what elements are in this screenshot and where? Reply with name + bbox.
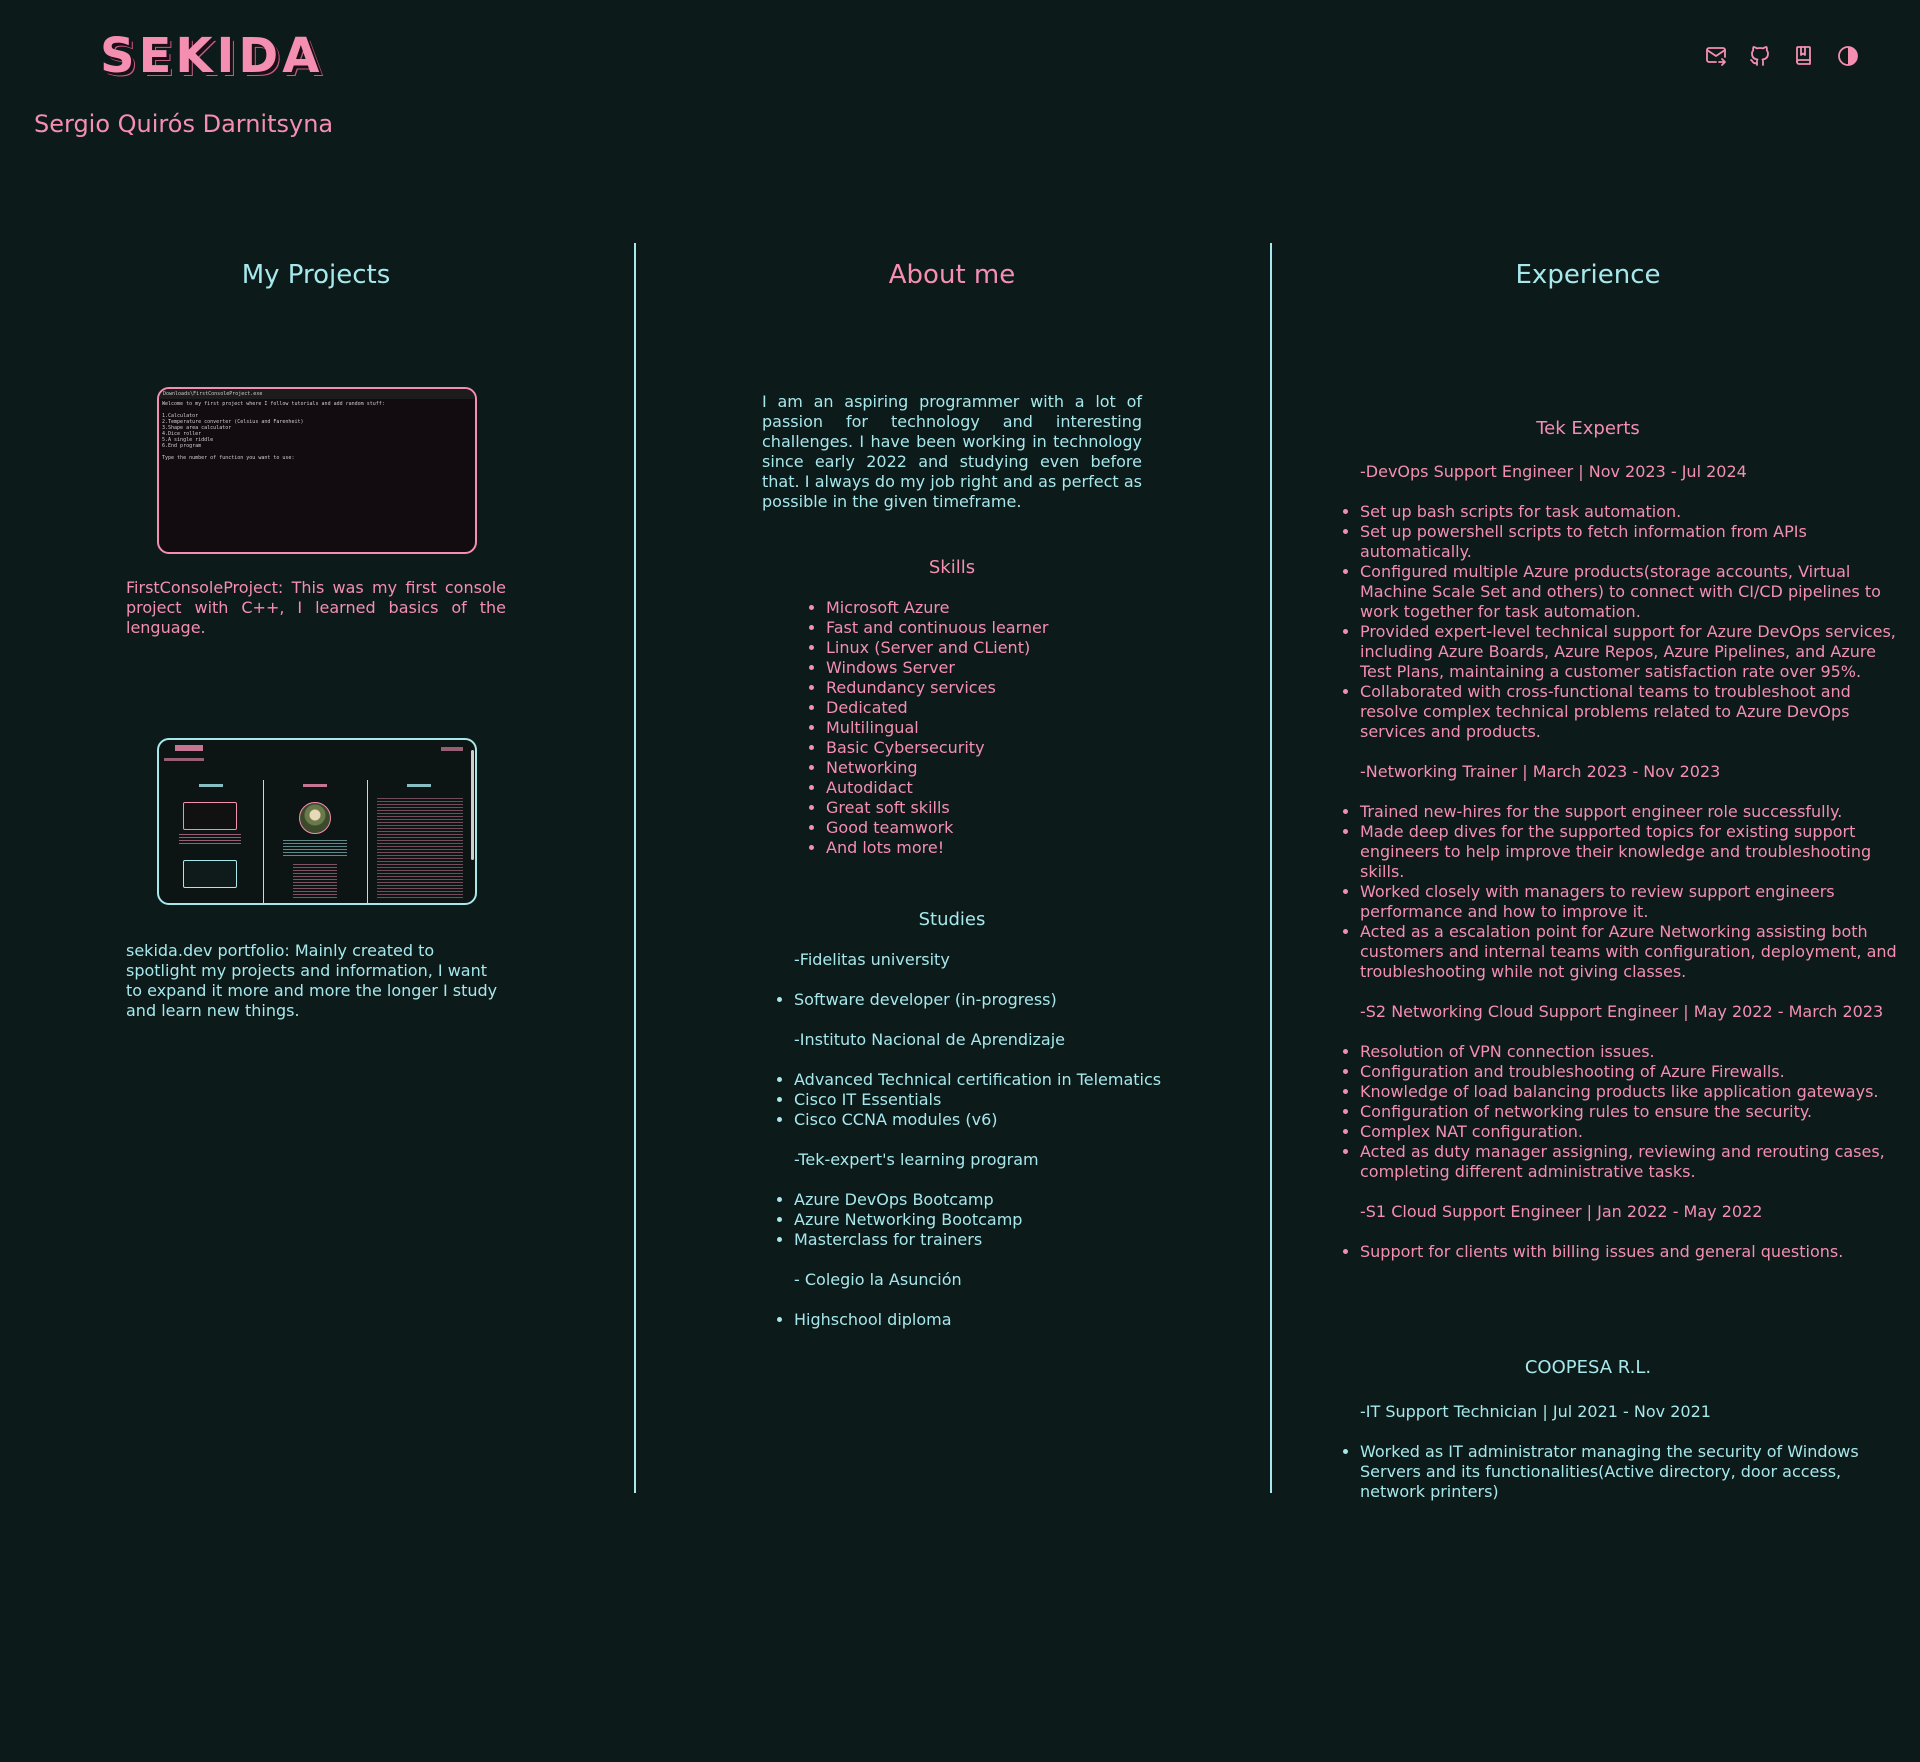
study-institution: - Colegio la Asunción [794,1270,962,1289]
role-item: Acted as duty manager assigning, reviewi… [1360,1142,1900,1182]
skills-list: Microsoft Azure Fast and continuous lear… [806,598,1048,858]
console-window-titlebar: Downloads\FirstConsoleProject.exe [159,389,475,399]
role-title: -IT Support Technician | Jul 2021 - Nov … [1360,1402,1711,1421]
role-item: Set up powershell scripts to fetch infor… [1360,522,1900,562]
study-item: Advanced Technical certification in Tele… [794,1070,1194,1090]
role-item: Configuration and troubleshooting of Azu… [1360,1062,1900,1082]
company-name: COOPESA R.L. [1524,1357,1652,1378]
mini-author [164,758,204,761]
tek-experts-roles: -DevOps Support Engineer | Nov 2023 - Ju… [1340,462,1900,1282]
mini-logo [175,745,203,751]
console-line: Type the number of function you want to … [162,455,295,461]
skill-item: Fast and continuous learner [826,618,1048,638]
skill-item: Microsoft Azure [826,598,1048,618]
author-name: Sergio Quirós Darnitsyna [34,110,334,138]
mini-col-title [407,784,431,787]
skill-item: Linux (Server and CLient) [826,638,1048,658]
mini-text-block [293,864,337,898]
skills-title: Skills [928,557,976,578]
mini-col-title [303,784,327,787]
console-window-title: Downloads\FirstConsoleProject.exe [163,391,263,397]
role-item: Support for clients with billing issues … [1360,1242,1900,1262]
coopesa-roles: -IT Support Technician | Jul 2021 - Nov … [1340,1402,1900,1522]
github-icon[interactable] [1748,44,1772,68]
study-institution: -Fidelitas university [794,950,950,969]
column-divider-left [634,243,636,1493]
skill-item: Windows Server [826,658,1048,678]
book-icon[interactable] [1792,44,1816,68]
mini-avatar [299,802,331,834]
study-item: Cisco IT Essentials [794,1090,1194,1110]
role-item: Complex NAT configuration. [1360,1122,1900,1142]
role-title: -S1 Cloud Support Engineer | Jan 2022 - … [1360,1202,1763,1221]
role-title: -DevOps Support Engineer | Nov 2023 - Ju… [1360,462,1747,481]
skill-item: Basic Cybersecurity [826,738,1048,758]
mini-text-block [377,798,463,898]
mini-scrollbar [471,750,474,860]
role-item: Resolution of VPN connection issues. [1360,1042,1900,1062]
study-item: Masterclass for trainers [794,1230,1194,1250]
mini-text-block [283,840,347,856]
mini-col-title [199,784,223,787]
role-item: Worked as IT administrator managing the … [1360,1442,1900,1502]
studies-title: Studies [918,909,986,930]
study-item: Azure DevOps Bootcamp [794,1190,1194,1210]
role-item: Trained new-hires for the support engine… [1360,802,1900,822]
mini-divider [263,780,264,903]
portfolio-project-description: sekida.dev portfolio: Mainly created to … [126,941,506,1021]
role-item: Worked closely with managers to review s… [1360,882,1900,922]
site-logo[interactable]: SEKIDA [100,28,323,84]
about-paragraph: I am an aspiring programmer with a lot o… [762,392,1142,511]
company-name: Tek Experts [1536,418,1640,439]
skill-item: Networking [826,758,1048,778]
study-item: Azure Networking Bootcamp [794,1210,1194,1230]
role-item: Configured multiple Azure products(stora… [1360,562,1900,622]
mini-divider [367,780,368,903]
skill-item: Autodidact [826,778,1048,798]
first-console-project-link[interactable]: FirstConsoleProject: [126,578,283,597]
role-title: -Networking Trainer | March 2023 - Nov 2… [1360,762,1721,781]
role-item: Set up bash scripts for task automation. [1360,502,1900,522]
study-institution: -Tek-expert's learning program [794,1150,1039,1169]
role-item: Configuration of networking rules to ens… [1360,1102,1900,1122]
portfolio-project-thumbnail[interactable] [157,738,477,905]
skill-item: Dedicated [826,698,1048,718]
role-item: Acted as a escalation point for Azure Ne… [1360,922,1900,982]
mini-icons [441,747,463,751]
skill-item: Great soft skills [826,798,1048,818]
mini-console-thumb [183,802,237,830]
skill-item: Good teamwork [826,818,1048,838]
about-title: About me [888,260,1016,290]
role-item: Provided expert-level technical support … [1360,622,1900,682]
study-item: Cisco CCNA modules (v6) [794,1110,1194,1130]
skill-item: Redundancy services [826,678,1048,698]
projects-title: My Projects [241,260,391,290]
first-console-project-description: FirstConsoleProject: This was my first c… [126,578,506,638]
mail-forward-icon[interactable] [1704,44,1728,68]
portfolio-project-link[interactable]: sekida.dev portfolio: [126,941,290,960]
role-item: Collaborated with cross-functional teams… [1360,682,1900,742]
experience-title: Experience [1515,260,1661,290]
role-item: Knowledge of load balancing products lik… [1360,1082,1900,1102]
header-icon-bar [1704,44,1860,68]
mini-text-block [179,834,241,844]
column-divider-right [1270,243,1272,1493]
role-title: -S2 Networking Cloud Support Engineer | … [1360,1002,1884,1021]
contrast-toggle-icon[interactable] [1836,44,1860,68]
console-output: Welcome to my first project where I foll… [159,399,475,463]
study-institution: -Instituto Nacional de Aprendizaje [794,1030,1066,1049]
first-console-project-thumbnail[interactable]: Downloads\FirstConsoleProject.exe Welcom… [157,387,477,554]
study-item: Software developer (in-progress) [794,990,1194,1010]
role-item: Made deep dives for the supported topics… [1360,822,1900,882]
study-item: Highschool diploma [794,1310,1194,1330]
studies-list: -Fidelitas university Software developer… [774,950,1194,1350]
skill-item: Multilingual [826,718,1048,738]
skill-item: And lots more! [826,838,1048,858]
mini-portfolio-thumb [183,860,237,888]
